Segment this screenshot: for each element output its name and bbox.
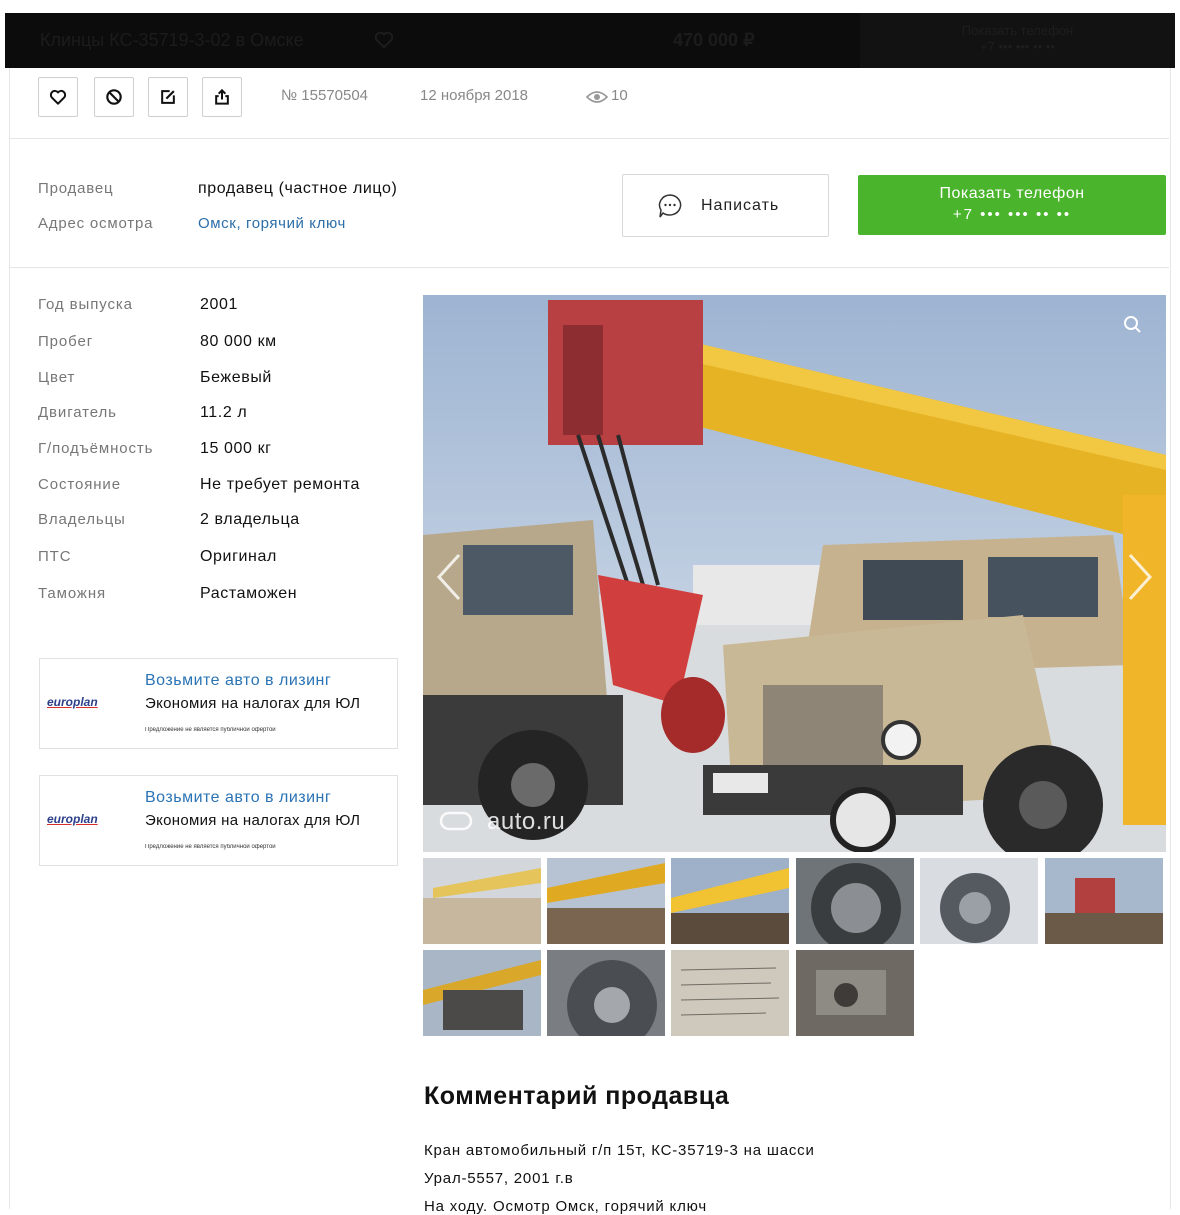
heart-icon[interactable] bbox=[373, 29, 395, 51]
thumbnail[interactable] bbox=[423, 950, 541, 1036]
listing-number: № 15570504 bbox=[281, 87, 368, 104]
thumbnail[interactable] bbox=[796, 858, 914, 944]
sticky-phone-button[interactable]: Показать телефон +7 ••• ••• •• •• bbox=[860, 13, 1175, 68]
comment-line: На ходу. Осмотр Омск, горячий ключ bbox=[424, 1198, 707, 1215]
ad-disclaimer: Предложение не является публичной оферто… bbox=[145, 844, 276, 850]
block-button[interactable] bbox=[94, 77, 134, 117]
leasing-ad[interactable]: europlan Возьмите авто в лизинг Экономия… bbox=[39, 775, 398, 866]
europlan-logo: europlan bbox=[47, 695, 98, 709]
divider bbox=[10, 138, 1169, 139]
spec-value: 15 000 кг bbox=[200, 440, 272, 457]
spec-value: Не требует ремонта bbox=[200, 476, 360, 493]
comment-line: Урал-5557, 2001 г.в bbox=[424, 1170, 574, 1187]
spec-row: Владельцы 2 владельца bbox=[38, 511, 398, 533]
sticky-phone-masked: +7 ••• ••• •• •• bbox=[980, 39, 1055, 54]
thumbnail[interactable] bbox=[547, 858, 665, 944]
share-icon bbox=[215, 88, 229, 105]
heart-icon bbox=[49, 89, 67, 105]
spec-label: Год выпуска bbox=[38, 296, 133, 313]
ad-subtitle: Экономия на налогах для ЮЛ bbox=[145, 812, 361, 829]
thumbnail[interactable] bbox=[1045, 858, 1163, 944]
spec-row: Год выпуска 2001 bbox=[38, 296, 398, 318]
spec-row: Таможня Растаможен bbox=[38, 585, 398, 607]
chat-bubble-icon bbox=[658, 194, 682, 218]
divider bbox=[10, 267, 1169, 268]
thumbnail[interactable] bbox=[423, 858, 541, 944]
spec-label: Пробег bbox=[38, 333, 94, 350]
spec-label: Владельцы bbox=[38, 511, 126, 528]
spec-value: 2001 bbox=[200, 296, 238, 313]
ad-title[interactable]: Возьмите авто в лизинг bbox=[145, 789, 331, 807]
spec-value: 80 000 км bbox=[200, 333, 277, 350]
address-link[interactable]: Омск, горячий ключ bbox=[198, 215, 346, 232]
spec-value: 11.2 л bbox=[200, 404, 248, 421]
thumbnail[interactable] bbox=[920, 858, 1038, 944]
sticky-phone-label: Показать телефон bbox=[961, 23, 1074, 38]
share-button[interactable] bbox=[202, 77, 242, 117]
thumbnail[interactable] bbox=[547, 950, 665, 1036]
address-label: Адрес осмотра bbox=[38, 215, 154, 232]
spec-label: ПТС bbox=[38, 548, 72, 565]
comment-title: Комментарий продавца bbox=[424, 1082, 730, 1110]
crane-truck-photo bbox=[423, 295, 1166, 852]
spec-value: Растаможен bbox=[200, 585, 298, 602]
spec-value: Оригинал bbox=[200, 548, 277, 565]
spec-label: Цвет bbox=[38, 369, 76, 386]
favorite-button[interactable] bbox=[38, 77, 78, 117]
sticky-header: Клинцы КС-35719-3-02 в Омске 470 000 ₽ П… bbox=[5, 13, 1175, 68]
spec-value: 2 владельца bbox=[200, 511, 300, 528]
sticky-title: Клинцы КС-35719-3-02 в Омске bbox=[40, 30, 304, 50]
seller-label: Продавец bbox=[38, 180, 114, 197]
sticky-price: 470 000 ₽ bbox=[673, 30, 755, 50]
ad-title[interactable]: Возьмите авто в лизинг bbox=[145, 672, 331, 690]
spec-label: Состояние bbox=[38, 476, 121, 493]
leasing-ad[interactable]: europlan Возьмите авто в лизинг Экономия… bbox=[39, 658, 398, 749]
thumbnail[interactable] bbox=[671, 858, 789, 944]
ad-subtitle: Экономия на налогах для ЮЛ bbox=[145, 695, 361, 712]
listing-date: 12 ноября 2018 bbox=[420, 87, 529, 104]
main-photo[interactable]: auto.ru bbox=[423, 295, 1166, 852]
spec-row: ПТС Оригинал bbox=[38, 548, 398, 570]
block-icon bbox=[106, 89, 122, 105]
comment-line: Кран автомобильный г/п 15т, КС-35719-3 н… bbox=[424, 1142, 815, 1159]
europlan-logo: europlan bbox=[47, 812, 98, 826]
seller-value: продавец (частное лицо) bbox=[198, 180, 398, 197]
spec-value: Бежевый bbox=[200, 369, 272, 386]
ad-disclaimer: Предложение не является публичной оферто… bbox=[145, 727, 276, 733]
auto-ru-watermark: auto.ru bbox=[487, 808, 566, 835]
edit-icon bbox=[161, 90, 175, 104]
spec-label: Двигатель bbox=[38, 404, 117, 421]
show-phone-button[interactable]: Показать телефон +7 ••• ••• •• •• bbox=[858, 175, 1166, 235]
thumbnail[interactable] bbox=[796, 950, 914, 1036]
spec-label: Таможня bbox=[38, 585, 107, 602]
spec-label: Г/подъёмность bbox=[38, 440, 154, 457]
spec-row: Пробег 80 000 км bbox=[38, 333, 398, 355]
spec-row: Цвет Бежевый bbox=[38, 369, 398, 391]
views-count: 10 bbox=[611, 87, 628, 104]
write-message-button[interactable]: Написать bbox=[622, 174, 829, 237]
edit-note-button[interactable] bbox=[148, 77, 188, 117]
thumbnail[interactable] bbox=[671, 950, 789, 1036]
spec-row: Состояние Не требует ремонта bbox=[38, 476, 398, 498]
spec-row: Г/подъёмность 15 000 кг bbox=[38, 440, 398, 462]
eye-icon bbox=[586, 91, 608, 103]
phone-masked: +7 ••• ••• •• •• bbox=[952, 206, 1072, 223]
spec-row: Двигатель 11.2 л bbox=[38, 404, 398, 426]
show-phone-label: Показать телефон bbox=[939, 185, 1085, 202]
write-message-label: Написать bbox=[701, 197, 780, 214]
